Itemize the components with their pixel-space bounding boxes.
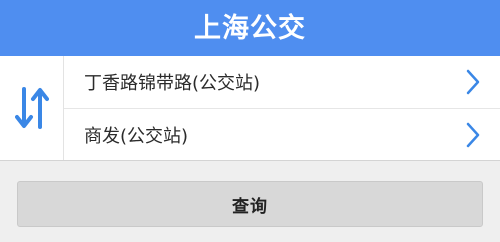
- swap-stops-button[interactable]: [0, 56, 64, 160]
- page-title: 上海公交: [194, 12, 306, 44]
- to-stop-label: 商发(公交站): [84, 125, 189, 147]
- chevron-right-icon: [462, 120, 484, 150]
- from-stop-row[interactable]: 丁香路锦带路(公交站): [64, 56, 500, 109]
- query-button-label: 查询: [232, 196, 268, 217]
- query-button[interactable]: 查询: [17, 181, 483, 227]
- swap-vertical-arrows-icon: [14, 87, 49, 129]
- chevron-right-icon: [462, 67, 484, 97]
- from-stop-label: 丁香路锦带路(公交站): [84, 73, 261, 94]
- route-panel: 丁香路锦带路(公交站) 商发(公交站): [0, 56, 500, 161]
- to-stop-row[interactable]: 商发(公交站): [64, 109, 500, 160]
- app-header: 上海公交: [0, 0, 500, 56]
